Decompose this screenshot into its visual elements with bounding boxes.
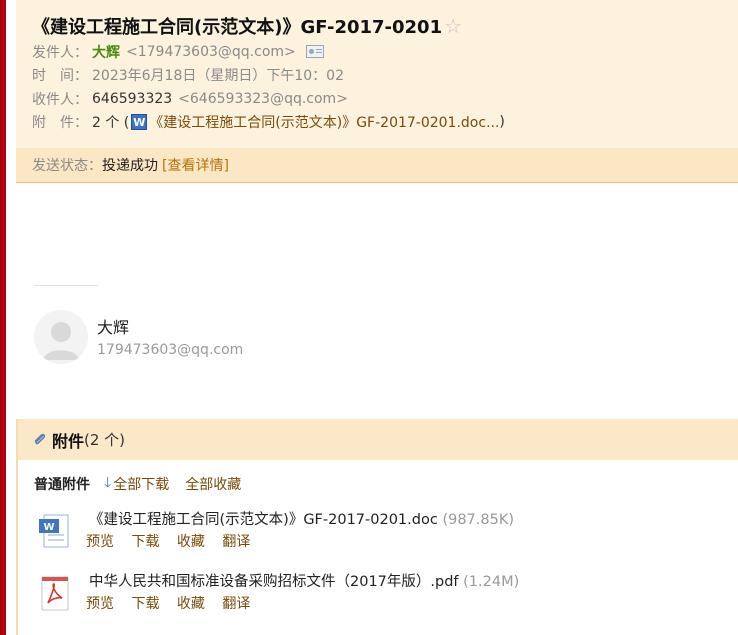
left-accent-bar <box>0 0 6 635</box>
sender-name[interactable]: 大辉 <box>92 42 120 62</box>
avatar <box>34 310 88 364</box>
attachment-summary-row: 附 件： 2 个 ( W 《建设工程施工合同(示范文本)》GF-2017-020… <box>32 111 738 135</box>
download-all-label: 全部下载 <box>113 477 170 493</box>
mail-header: 《建设工程施工合同(示范文本)》GF-2017-0201 ☆ 发件人： 大辉 <… <box>16 0 738 148</box>
attachment-item: 中华人民共和国标准设备采购招标文件（2017年版）.pdf (1.24M) 预览… <box>34 570 738 632</box>
word-file-icon: W <box>39 514 69 548</box>
favorite-button[interactable]: 收藏 <box>177 534 205 550</box>
attachment-label: 附 件： <box>32 115 88 132</box>
attachment-close-paren: ) <box>499 114 505 131</box>
time-label: 时 间： <box>32 68 88 85</box>
word-icon: W <box>131 114 148 131</box>
attachments-count: (2 个) <box>84 431 126 449</box>
pdf-file-icon <box>41 576 69 611</box>
translate-button[interactable]: 翻译 <box>222 596 250 612</box>
download-button[interactable]: 下载 <box>131 596 159 612</box>
attachment-filename: 中华人民共和国标准设备采购招标文件（2017年版）.pdf <box>89 574 459 590</box>
recipient-label: 收件人： <box>32 91 88 108</box>
recipient-name[interactable]: 646593323 <box>92 91 172 107</box>
attachments-body: 普通附件 🡓 全部下载 全部收藏 W 《建设工程施工合同(示范文本)》GF-20… <box>18 460 738 632</box>
attachment-type-label: 普通附件 <box>34 477 90 493</box>
attachments-toolbar: 普通附件 🡓 全部下载 全部收藏 <box>34 474 738 494</box>
attachment-size: (987.85K) <box>442 512 514 528</box>
send-status-value: 投递成功 <box>102 158 158 174</box>
paperclip-icon <box>34 433 46 444</box>
download-arrow-icon: 🡓 <box>104 475 112 491</box>
favorite-button[interactable]: 收藏 <box>177 596 205 612</box>
signature-divider <box>34 285 98 286</box>
sender-email: <179473603@qq.com> <box>126 43 296 60</box>
preview-button[interactable]: 预览 <box>86 534 114 550</box>
signature-email: 179473603@qq.com <box>97 342 244 358</box>
download-all-button[interactable]: 🡓 全部下载 <box>104 472 169 496</box>
send-status-label: 发送状态： <box>32 158 102 174</box>
attachment-actions: 预览 下载 收藏 翻译 <box>86 531 263 551</box>
mail-subject: 《建设工程施工合同(示范文本)》GF-2017-0201 ☆ <box>32 12 738 40</box>
attachment-name[interactable]: 《建设工程施工合同(示范文本)》GF-2017-0201.doc (987.85… <box>89 508 514 529</box>
attachments-title: 附件 <box>52 431 85 451</box>
star-icon[interactable]: ☆ <box>444 14 462 38</box>
preview-button[interactable]: 预览 <box>86 596 114 612</box>
send-status-bar: 发送状态： 投递成功 [查看详情] <box>16 148 738 183</box>
time-row: 时 间： 2023年6月18日（星期日）下午10：02 <box>32 64 738 88</box>
translate-button[interactable]: 翻译 <box>222 534 250 550</box>
recipient-email: <646593323@qq.com> <box>178 90 348 107</box>
attachments-header: 附件 (2 个) <box>18 419 738 460</box>
attachment-item: W 《建设工程施工合同(示范文本)》GF-2017-0201.doc (987.… <box>34 508 738 570</box>
mail-body: 大辉 179473603@qq.com <box>16 183 738 421</box>
attachment-name[interactable]: 中华人民共和国标准设备采购招标文件（2017年版）.pdf (1.24M) <box>89 570 519 591</box>
sender-label: 发件人： <box>32 44 88 61</box>
avatar-person-icon <box>34 310 88 364</box>
attachment-actions: 预览 下载 收藏 翻译 <box>86 593 263 613</box>
recipient-row: 收件人： 646593323 <646593323@qq.com> <box>32 87 738 111</box>
contact-card-icon[interactable] <box>305 45 324 59</box>
mail-reader: 《建设工程施工合同(示范文本)》GF-2017-0201 ☆ 发件人： 大辉 <… <box>16 0 738 635</box>
svg-text:W: W <box>43 522 54 533</box>
attachment-preview-link[interactable]: 《建设工程施工合同(示范文本)》GF-2017-0201.doc... <box>149 112 499 132</box>
sender-row: 发件人： 大辉 <179473603@qq.com> <box>32 40 738 64</box>
subject-text: 《建设工程施工合同(示范文本)》GF-2017-0201 <box>32 17 443 38</box>
save-all-button[interactable]: 全部收藏 <box>185 474 241 494</box>
view-details-link[interactable]: [查看详情] <box>162 155 229 175</box>
attachments-section: 附件 (2 个) 普通附件 🡓 全部下载 全部收藏 W 《建设工程施工合同(示范… <box>16 419 738 635</box>
download-button[interactable]: 下载 <box>131 534 159 550</box>
attachment-filename: 《建设工程施工合同(示范文本)》GF-2017-0201.doc <box>89 512 438 528</box>
signature-name: 大辉 <box>97 318 130 337</box>
time-value: 2023年6月18日（星期日）下午10：02 <box>92 68 344 85</box>
attachment-size: (1.24M) <box>463 574 520 590</box>
attachment-count: 2 个 ( <box>92 115 130 132</box>
